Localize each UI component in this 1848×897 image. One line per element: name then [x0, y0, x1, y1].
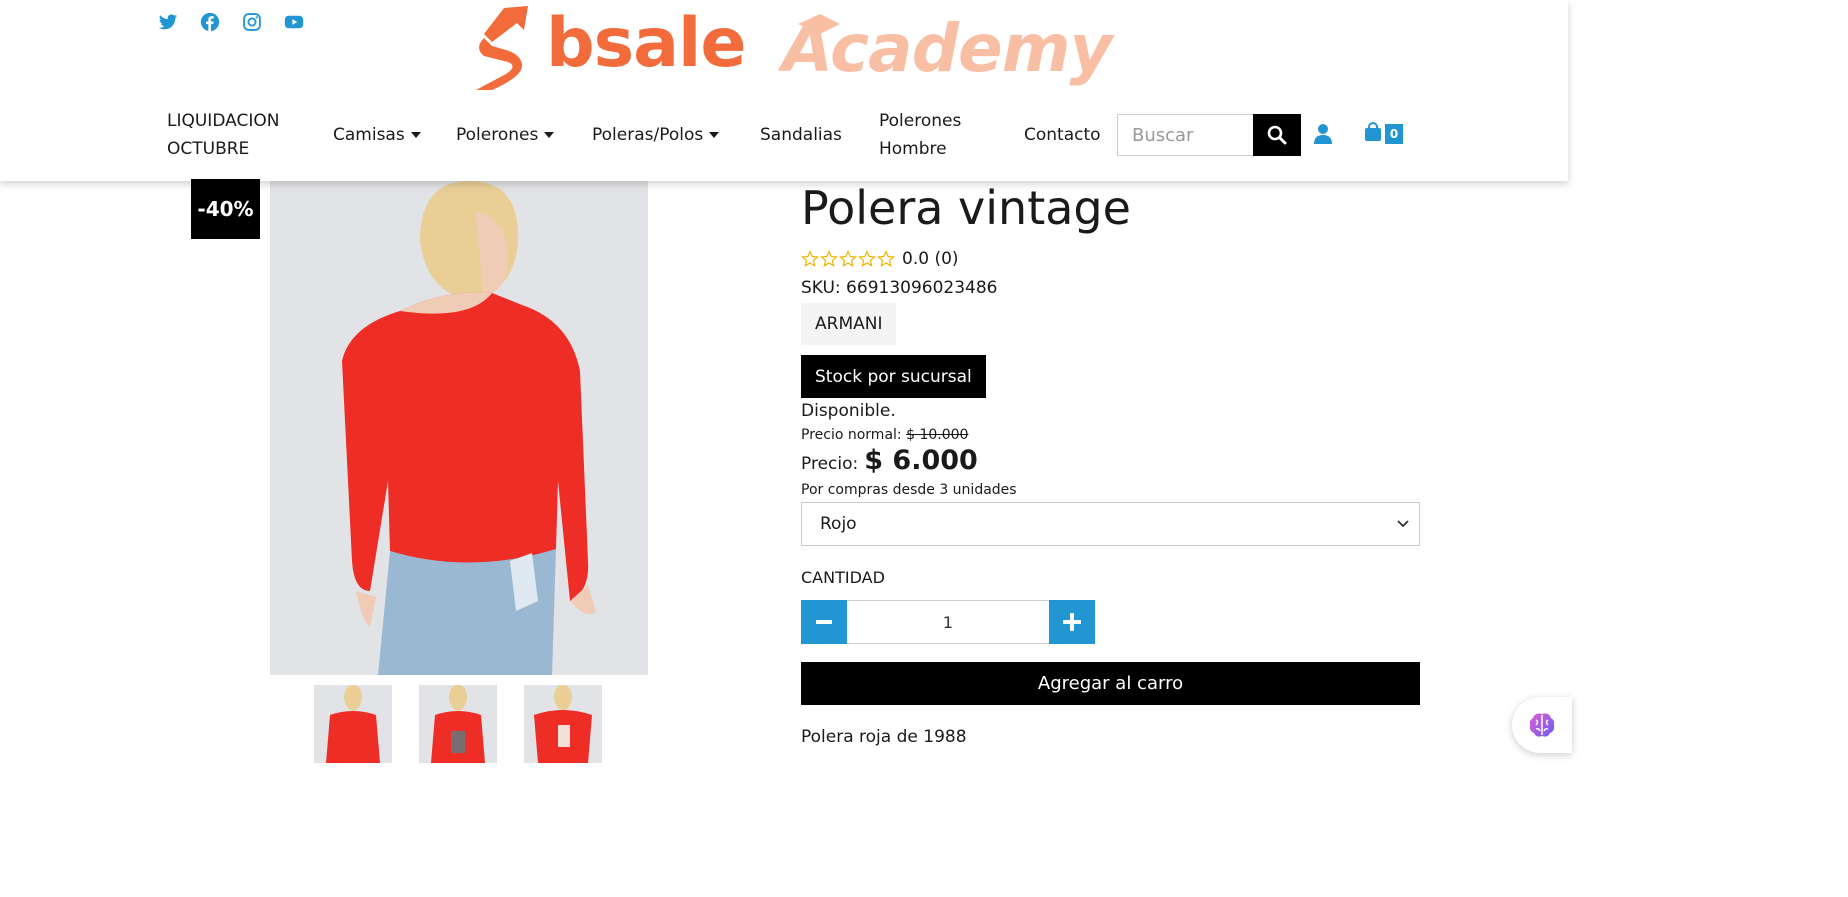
product-sku: SKU: 66913096023486 — [801, 278, 998, 298]
site-header: bsale Academy LIQUIDACION OCTUBRE Camisa… — [0, 0, 1568, 181]
nav-item-sandalias[interactable]: Sandalias — [760, 106, 842, 164]
search-icon — [1267, 125, 1287, 145]
product-brand-tag[interactable]: ARMANI — [801, 303, 897, 345]
nav-label: Sandalias — [760, 125, 842, 145]
nav-item-liquidacion[interactable]: LIQUIDACION OCTUBRE — [167, 106, 287, 164]
availability-text: Disponible. — [801, 401, 896, 421]
quantity-stepper — [801, 600, 1095, 644]
product-title: Polera vintage — [801, 181, 1131, 235]
add-to-cart-button[interactable]: Agregar al carro — [801, 662, 1420, 705]
normal-price-value: $ 10.000 — [906, 427, 969, 443]
search-bar — [1117, 114, 1301, 156]
plus-icon — [1063, 613, 1081, 631]
youtube-icon[interactable] — [284, 12, 304, 32]
quantity-input[interactable] — [847, 600, 1049, 644]
variant-select[interactable]: Rojo — [801, 502, 1420, 546]
bsale-logo-mark-icon — [476, 6, 528, 90]
normal-price: Precio normal: $ 10.000 — [801, 427, 968, 443]
thumbnail-photo — [419, 685, 497, 763]
product-photo — [270, 181, 648, 675]
caret-down-icon — [410, 132, 421, 138]
instagram-icon[interactable] — [242, 12, 262, 32]
rating-text: 0.0 (0) — [902, 249, 959, 269]
caret-down-icon — [709, 132, 720, 138]
quantity-label: CANTIDAD — [801, 568, 885, 587]
nav-item-polerones[interactable]: Polerones — [456, 106, 555, 164]
chevron-down-icon — [1397, 520, 1409, 528]
thumbnail-strip — [314, 685, 602, 763]
shopping-bag-icon — [1365, 122, 1381, 141]
product-main-image[interactable] — [270, 181, 648, 675]
graduation-cap-icon — [798, 14, 840, 34]
brain-icon — [1529, 713, 1555, 737]
logo-bsale-text: bsale — [546, 4, 746, 83]
price-label: Precio: — [801, 454, 859, 474]
discount-badge: -40% — [191, 179, 260, 239]
price-value: $ 6.000 — [864, 445, 978, 476]
user-icon[interactable] — [1313, 123, 1333, 145]
star-empty-icon — [820, 250, 838, 267]
star-empty-icon — [801, 250, 819, 267]
thumbnail-photo — [314, 685, 392, 763]
nav-item-camisas[interactable]: Camisas — [333, 106, 421, 164]
variant-selected-value: Rojo — [820, 514, 857, 534]
chat-widget-button[interactable] — [1512, 697, 1572, 753]
quantity-decrease-button[interactable] — [801, 600, 847, 644]
minus-icon — [816, 620, 832, 624]
product-description: Polera roja de 1988 — [801, 727, 967, 747]
thumbnail-1[interactable] — [314, 685, 392, 763]
bulk-purchase-note: Por compras desde 3 unidades — [801, 482, 1017, 498]
stock-by-branch-button[interactable]: Stock por sucursal — [801, 355, 986, 398]
star-empty-icon — [858, 250, 876, 267]
nav-label: Polerones — [456, 125, 539, 145]
price-row: Precio: $ 6.000 — [801, 445, 978, 476]
thumbnail-2[interactable] — [419, 685, 497, 763]
social-links — [158, 12, 304, 32]
search-button[interactable] — [1253, 114, 1301, 156]
cart-button[interactable]: 0 — [1364, 122, 1403, 144]
thumbnail-photo — [524, 685, 602, 763]
nav-item-contacto[interactable]: Contacto — [1024, 106, 1101, 164]
nav-label: LIQUIDACION OCTUBRE — [167, 111, 280, 159]
nav-item-poleras-polos[interactable]: Poleras/Polos — [592, 106, 720, 164]
facebook-icon[interactable] — [200, 12, 220, 32]
star-empty-icon — [839, 250, 857, 267]
normal-price-label: Precio normal: — [801, 427, 902, 443]
nav-label: Poleras/Polos — [592, 125, 704, 145]
star-empty-icon — [877, 250, 895, 267]
thumbnail-3[interactable] — [524, 685, 602, 763]
site-logo[interactable]: bsale Academy — [466, 4, 1113, 96]
cart-count-badge: 0 — [1385, 124, 1403, 144]
twitter-icon[interactable] — [158, 12, 178, 32]
nav-label: Polerones Hombre — [879, 111, 962, 159]
caret-down-icon — [544, 132, 555, 138]
quantity-increase-button[interactable] — [1049, 600, 1095, 644]
nav-item-polerones-hombre[interactable]: Polerones Hombre — [879, 106, 979, 164]
nav-label: Contacto — [1024, 125, 1101, 145]
nav-label: Camisas — [333, 125, 405, 145]
product-rating[interactable]: 0.0 (0) — [801, 249, 959, 269]
search-input[interactable] — [1117, 114, 1253, 156]
